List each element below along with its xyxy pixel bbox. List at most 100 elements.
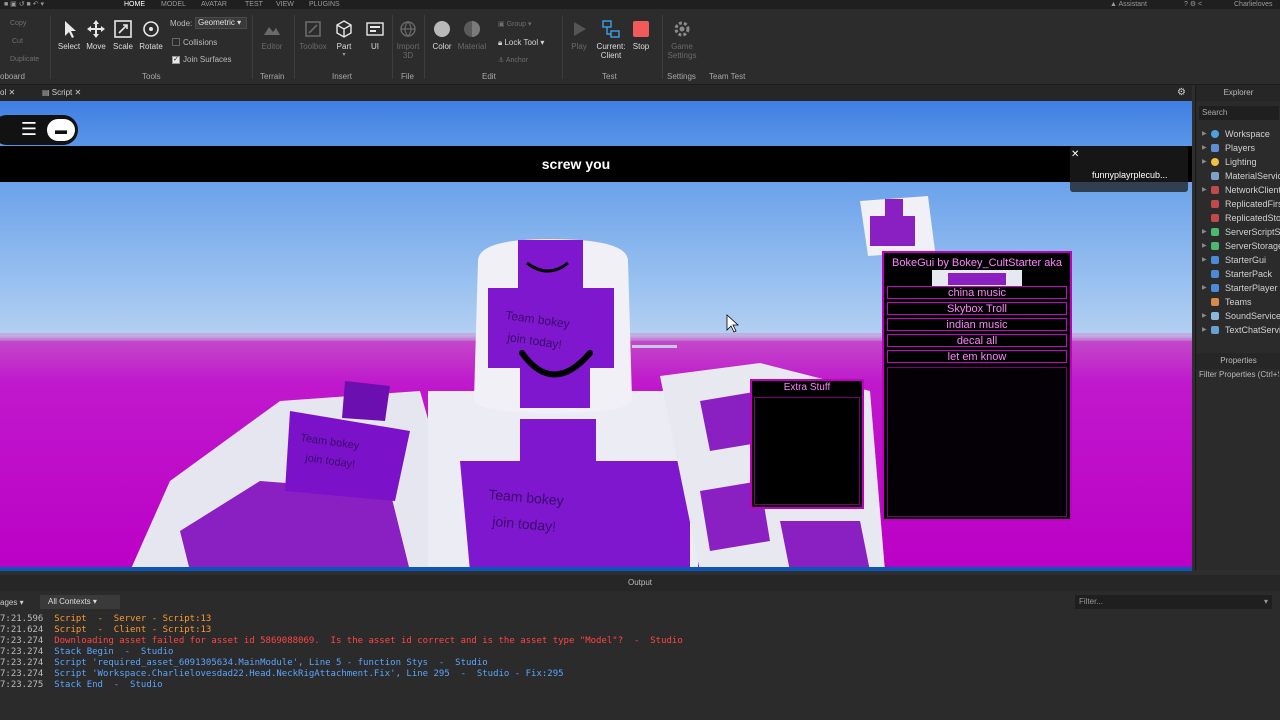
chevron-down-icon: ▾ bbox=[1263, 597, 1268, 606]
chevron-right-icon[interactable]: ▶ bbox=[1202, 255, 1207, 265]
select-tool-button[interactable]: Select bbox=[54, 19, 84, 51]
import-3d-button[interactable]: Import 3D bbox=[393, 19, 423, 60]
copy-button[interactable]: Copy bbox=[10, 20, 26, 27]
material-button[interactable]: Material bbox=[457, 19, 487, 51]
ui-button[interactable]: UI bbox=[360, 19, 390, 51]
chevron-right-icon[interactable]: ▶ bbox=[1202, 185, 1207, 195]
tab-script[interactable]: ▤ Script ✕ bbox=[42, 88, 81, 97]
toolbox-label: Toolbox bbox=[299, 42, 327, 51]
join-surfaces-checkbox[interactable]: ✓ bbox=[172, 56, 180, 64]
menu-home[interactable]: HOME bbox=[124, 0, 145, 9]
output-line: 7:21.624 Script - Client - Script:13 bbox=[0, 625, 212, 635]
move-tool-button[interactable]: Move bbox=[81, 19, 111, 51]
close-icon[interactable]: ✕ bbox=[8, 88, 15, 97]
chevron-right-icon[interactable]: ▶ bbox=[1202, 325, 1207, 335]
chat-icon[interactable]: ▬ bbox=[47, 119, 75, 141]
cut-button[interactable]: Cut bbox=[12, 38, 23, 45]
scale-tool-button[interactable]: Scale bbox=[108, 19, 138, 51]
globe-icon bbox=[400, 21, 416, 37]
contexts-dropdown[interactable]: All Contexts ▾ bbox=[40, 595, 120, 609]
chevron-down-icon: ▾ bbox=[342, 52, 346, 58]
menu-icon[interactable]: ☰ bbox=[14, 119, 44, 141]
menu-plugins[interactable]: PLUGINS bbox=[309, 0, 340, 9]
network-client-icon bbox=[1211, 186, 1219, 194]
tab-toolbox[interactable]: ol ✕ bbox=[0, 88, 15, 97]
chevron-right-icon[interactable]: ▶ bbox=[1202, 157, 1207, 167]
stop-button[interactable]: Stop bbox=[626, 19, 656, 51]
skybox-troll-button[interactable]: Skybox Troll bbox=[887, 302, 1067, 315]
extra-stuff-content bbox=[754, 397, 860, 505]
client-server-icon bbox=[602, 20, 620, 38]
players-icon bbox=[1211, 144, 1219, 152]
scale-icon bbox=[114, 20, 132, 38]
output-line: 7:23.275 Stack End - Studio bbox=[0, 680, 163, 690]
messages-filter-dropdown[interactable]: ages ▾ bbox=[0, 598, 24, 607]
menu-view[interactable]: VIEW bbox=[276, 0, 294, 9]
indian-music-button[interactable]: indian music bbox=[887, 318, 1067, 331]
terrain-editor-button[interactable]: Editor bbox=[257, 19, 287, 51]
chevron-right-icon[interactable]: ▶ bbox=[1202, 241, 1207, 251]
insert-group-label: Insert bbox=[332, 72, 353, 81]
duplicate-button[interactable]: Duplicate bbox=[10, 56, 39, 63]
script-icon: ▤ bbox=[42, 88, 50, 97]
menu-avatar[interactable]: AVATAR bbox=[201, 0, 227, 9]
game-settings-button[interactable]: Game Settings bbox=[664, 19, 700, 60]
rotate-icon bbox=[143, 21, 159, 37]
editor-label: Editor bbox=[261, 42, 283, 51]
color-swatch-icon bbox=[434, 21, 450, 37]
lock-tool-button[interactable]: 🔒︎ Lock Tool ▾ bbox=[498, 38, 544, 48]
output-filter-input[interactable]: Filter... ▾ bbox=[1075, 595, 1272, 609]
let-em-know-button[interactable]: let em know bbox=[887, 350, 1067, 363]
ui-icon bbox=[366, 22, 384, 36]
play-label: Play bbox=[571, 42, 587, 51]
import-3d-label: Import 3D bbox=[396, 42, 420, 60]
anchor-button[interactable]: ⚓︎ Anchor bbox=[498, 56, 528, 64]
play-button[interactable]: Play bbox=[564, 19, 594, 51]
chevron-right-icon[interactable]: ▶ bbox=[1202, 311, 1207, 321]
divider bbox=[50, 15, 51, 79]
player-name[interactable]: funnyplayrplecub... bbox=[1092, 170, 1168, 180]
chevron-right-icon[interactable]: ▶ bbox=[1202, 227, 1207, 237]
chevron-right-icon[interactable]: ▶ bbox=[1202, 283, 1207, 293]
window-icons[interactable]: ■ ▣ ↺ ■ ↶ ▾ bbox=[4, 0, 44, 9]
header-icons[interactable]: ? ⚙ < bbox=[1184, 0, 1202, 9]
divider bbox=[662, 15, 663, 79]
close-icon[interactable]: ✕ bbox=[1071, 149, 1079, 160]
toolbox-button[interactable]: Toolbox bbox=[298, 19, 328, 51]
color-button[interactable]: Color bbox=[427, 19, 457, 51]
divider bbox=[562, 15, 563, 79]
edit-group-label: Edit bbox=[482, 72, 496, 81]
collisions-checkbox[interactable] bbox=[172, 38, 180, 46]
rotate-tool-button[interactable]: Rotate bbox=[136, 19, 166, 51]
chevron-right-icon[interactable]: ▶ bbox=[1202, 143, 1207, 153]
player-list bbox=[1070, 146, 1188, 192]
chevron-right-icon[interactable]: ▶ bbox=[1202, 129, 1207, 139]
assistant-button[interactable]: ▲ Assistant bbox=[1110, 0, 1147, 9]
clipboard-group-label: oboard bbox=[0, 72, 25, 81]
group-button[interactable]: ▣ Group ▾ bbox=[498, 20, 532, 28]
explorer-search-input[interactable]: Search bbox=[1199, 106, 1279, 120]
messages-filter-label: ages bbox=[0, 598, 18, 607]
china-music-button[interactable]: china music bbox=[887, 286, 1067, 299]
current-client-button[interactable]: Current: Client bbox=[594, 19, 628, 60]
mode-dropdown[interactable]: Geometric ▾ bbox=[195, 17, 247, 29]
properties-filter-input[interactable]: Filter Properties (Ctrl+Shift+P) bbox=[1199, 370, 1279, 382]
user-name[interactable]: Charlieloves bbox=[1234, 0, 1273, 9]
output-line: 7:23.274 Script 'Workspace.Charlielovesd… bbox=[0, 669, 564, 679]
game-settings-label: Game Settings bbox=[667, 42, 697, 60]
output-line: 7:23.274 Stack Begin - Studio bbox=[0, 647, 174, 657]
server-storage-icon bbox=[1211, 242, 1219, 250]
cursor-icon bbox=[65, 21, 76, 38]
filter-placeholder: Filter... bbox=[1079, 597, 1104, 606]
menu-test[interactable]: TEST bbox=[245, 0, 263, 9]
menu-model[interactable]: MODEL bbox=[161, 0, 186, 9]
game-viewport[interactable]: Team bokey join today! Team bokey join t… bbox=[0, 101, 1192, 571]
viewport-settings-icon[interactable]: ⚙ bbox=[1177, 87, 1186, 98]
decal-all-button[interactable]: decal all bbox=[887, 334, 1067, 347]
current-client-label: Current: Client bbox=[596, 42, 626, 60]
properties-title: Properties bbox=[1196, 353, 1280, 369]
workspace-icon bbox=[1211, 130, 1219, 138]
close-icon[interactable]: ✕ bbox=[74, 88, 81, 97]
output-panel: Output ages ▾ All Contexts ▾ Filter... ▾ … bbox=[0, 575, 1280, 720]
part-button[interactable]: Part ▾ bbox=[329, 19, 359, 58]
